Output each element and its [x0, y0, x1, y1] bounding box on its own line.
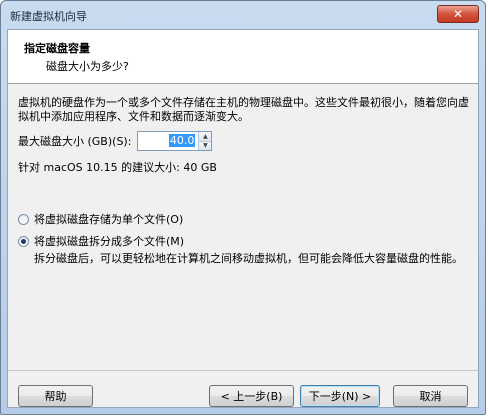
- close-icon: ✕: [452, 7, 464, 21]
- spin-up-icon[interactable]: ▲: [199, 132, 212, 141]
- radio-split-files-label[interactable]: 将虚拟磁盘拆分成多个文件(M): [34, 233, 184, 249]
- next-button[interactable]: 下一步(N) >: [300, 385, 380, 407]
- spin-buttons: ▲ ▼: [198, 132, 212, 150]
- wizard-header: 指定磁盘容量 磁盘大小为多少?: [8, 30, 478, 84]
- radio-single-file[interactable]: 将虚拟磁盘存储为单个文件(O): [18, 211, 183, 227]
- title-bar[interactable]: 新建虚拟机向导 ✕: [1, 1, 485, 29]
- max-size-spinbox[interactable]: 40.0 ▲ ▼: [137, 131, 213, 151]
- radio-split-files[interactable]: 将虚拟磁盘拆分成多个文件(M): [18, 233, 184, 249]
- radio-split-files-indicator[interactable]: [18, 235, 29, 247]
- max-size-label: 最大磁盘大小 (GB)(S):: [18, 135, 132, 148]
- page-subtitle: 磁盘大小为多少?: [46, 60, 129, 73]
- page-title: 指定磁盘容量: [24, 42, 90, 55]
- max-size-input[interactable]: 40.0: [138, 132, 198, 150]
- help-button[interactable]: 帮助: [18, 385, 93, 407]
- window-title: 新建虚拟机向导: [10, 10, 87, 23]
- footer-divider: [8, 370, 478, 371]
- wizard-client-area: 指定磁盘容量 磁盘大小为多少? 虚拟机的硬盘作为一个或多个文件存储在主机的物理磁…: [7, 29, 479, 408]
- recommended-size: 针对 macOS 10.15 的建议大小: 40 GB: [18, 161, 217, 174]
- split-note: 拆分磁盘后，可以更轻松地在计算机之间移动虚拟机，但可能会降低大容量磁盘的性能。: [34, 252, 463, 265]
- max-size-value: 40.0: [168, 134, 196, 147]
- disk-description: 虚拟机的硬盘作为一个或多个文件存储在主机的物理磁盘中。这些文件最初很小，随着您向…: [18, 96, 469, 123]
- close-button[interactable]: ✕: [437, 5, 479, 23]
- radio-single-file-label[interactable]: 将虚拟磁盘存储为单个文件(O): [34, 211, 183, 227]
- spin-down-icon[interactable]: ▼: [199, 140, 212, 150]
- wizard-window: 新建虚拟机向导 ✕ 指定磁盘容量 磁盘大小为多少? 虚拟机的硬盘作为一个或多个文…: [0, 0, 486, 415]
- max-size-row: 最大磁盘大小 (GB)(S): 40.0 ▲ ▼: [18, 131, 213, 151]
- radio-selected-dot: [21, 238, 26, 244]
- radio-single-file-indicator[interactable]: [18, 213, 29, 225]
- back-button[interactable]: < 上一步(B): [209, 385, 294, 407]
- cancel-button[interactable]: 取消: [393, 385, 468, 407]
